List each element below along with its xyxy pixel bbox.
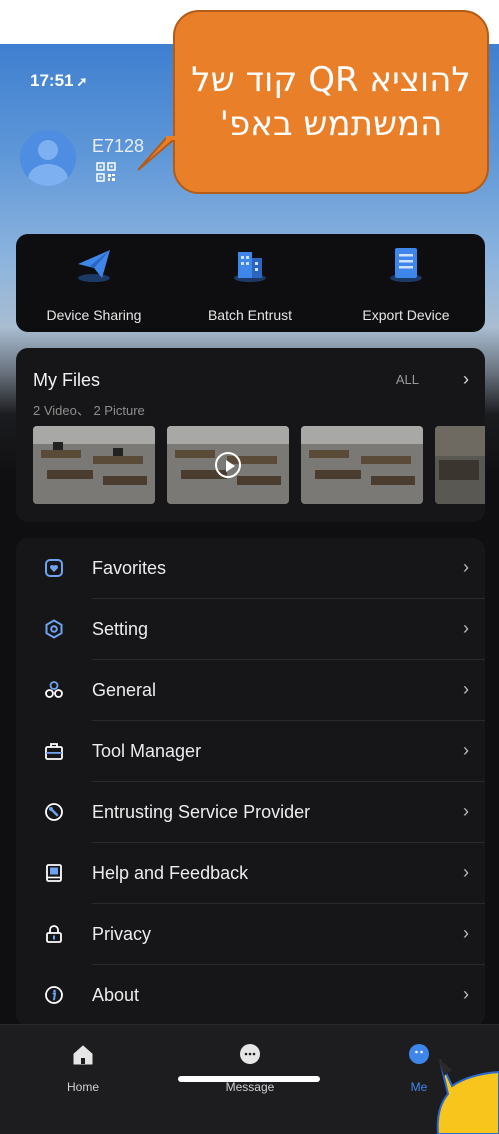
quick-action-label: Batch Entrust — [207, 307, 293, 323]
office-scene-image — [33, 426, 155, 504]
menu-item-help-and-feedback[interactable]: Help and Feedback › — [16, 843, 485, 904]
file-thumbnail[interactable] — [435, 426, 485, 504]
wrench-circle-icon — [45, 803, 63, 821]
menu-item-privacy[interactable]: Privacy › — [16, 904, 485, 965]
location-arrow-icon: ➚ — [76, 74, 88, 89]
quick-action-label: Device Sharing — [46, 307, 142, 323]
annotation-callout: להוציא QR קוד של המשתמש באפ' — [173, 10, 489, 194]
tab-message[interactable]: Message — [200, 1043, 300, 1094]
files-title: My Files — [33, 370, 100, 390]
menu-item-label: Tool Manager — [92, 741, 202, 761]
file-thumbnail[interactable] — [301, 426, 423, 504]
username: E7128 — [92, 136, 145, 156]
avatar-head-shape — [38, 140, 58, 160]
avatar[interactable] — [20, 130, 76, 186]
chevron-right-icon: › — [463, 984, 469, 1004]
menu-item-about[interactable]: About › — [16, 965, 485, 1026]
chevron-right-icon: › — [463, 740, 469, 760]
status-time-text: 17:51 — [30, 71, 74, 90]
menu-item-label: Help and Feedback — [92, 863, 249, 883]
menu-item-tool-manager[interactable]: Tool Manager › — [16, 721, 485, 782]
chevron-right-icon: › — [463, 557, 469, 577]
building-icon — [234, 252, 266, 282]
room-scene-image — [435, 426, 485, 504]
quick-action-export-device[interactable]: Export Device — [328, 244, 484, 323]
menu-item-entrusting-service-provider[interactable]: Entrusting Service Provider › — [16, 782, 485, 843]
menu-item-label: Setting — [92, 619, 149, 639]
files-thumbnails — [33, 426, 485, 504]
file-thumbnail-video[interactable] — [167, 426, 289, 504]
quick-action-label: Export Device — [362, 307, 450, 323]
menu-item-label: Entrusting Service Provider — [92, 802, 311, 822]
heart-icon — [45, 559, 63, 577]
play-icon[interactable] — [215, 452, 241, 478]
home-icon — [73, 1045, 93, 1065]
menu-item-label: General — [92, 680, 157, 700]
callout-text: להוציא QR קוד של המשתמש באפ' — [191, 60, 471, 144]
my-files-card[interactable]: My Files ALL › 2 Video、 2 Picture — [16, 348, 485, 522]
menu-item-setting[interactable]: Setting › — [16, 599, 485, 660]
hexagon-settings-icon — [45, 619, 63, 639]
office-scene-image — [301, 426, 423, 504]
tab-label: Message — [225, 1080, 275, 1094]
chevron-right-icon: › — [463, 923, 469, 943]
avatar-body-shape — [28, 164, 68, 186]
tab-label: Home — [66, 1080, 99, 1094]
chevron-right-icon: › — [463, 801, 469, 821]
message-bubble-icon — [240, 1044, 260, 1064]
paper-plane-icon — [78, 250, 110, 282]
info-icon — [45, 986, 63, 1004]
settings-menu: Favorites › Setting › General › Tool Man… — [16, 538, 485, 1026]
book-icon — [46, 864, 62, 882]
quick-action-device-sharing[interactable]: Device Sharing — [16, 244, 172, 323]
lock-icon — [46, 925, 62, 943]
annotation-arrow-shape — [436, 1058, 499, 1134]
qr-code-icon[interactable] — [96, 162, 116, 182]
menu-item-general[interactable]: General › — [16, 660, 485, 721]
menu-item-label: Favorites — [92, 558, 167, 578]
menu-item-label: About — [92, 985, 140, 1005]
callout-pointer — [138, 136, 184, 171]
chevron-right-icon: › — [463, 679, 469, 699]
three-circles-icon — [45, 681, 63, 698]
files-all-link[interactable]: ALL — [396, 372, 419, 387]
tab-home[interactable]: Home — [33, 1043, 133, 1094]
menu-item-label: Privacy — [92, 924, 152, 944]
phone-screen: 17:51 ➚ E7128 Device Sharing Batch Entru… — [0, 44, 499, 1134]
me-dots-icon — [409, 1044, 429, 1064]
chevron-right-icon: › — [463, 618, 469, 638]
home-indicator — [178, 1076, 320, 1082]
file-thumbnail[interactable] — [33, 426, 155, 504]
quick-actions-card: Device Sharing Batch Entrust Export Devi… — [16, 234, 485, 332]
menu-item-favorites[interactable]: Favorites › — [16, 538, 485, 599]
document-list-icon — [390, 248, 422, 282]
status-bar-time: 17:51 ➚ — [30, 71, 87, 91]
chevron-right-icon: › — [463, 862, 469, 882]
files-summary: 2 Video、 2 Picture — [33, 403, 145, 418]
quick-action-batch-entrust[interactable]: Batch Entrust — [172, 244, 328, 323]
chevron-right-icon[interactable]: › — [463, 369, 469, 390]
toolbox-icon — [45, 743, 63, 760]
